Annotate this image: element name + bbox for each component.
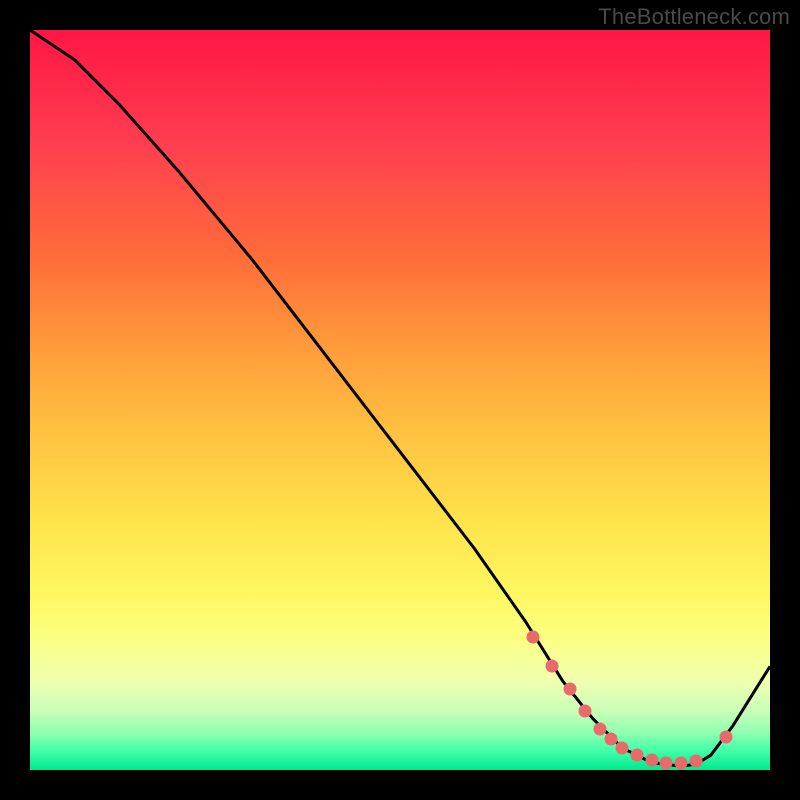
bottleneck-curve <box>30 30 770 766</box>
marker-dot <box>545 660 558 673</box>
marker-dot <box>527 630 540 643</box>
marker-dot <box>660 756 673 769</box>
marker-dot <box>719 730 732 743</box>
curve-svg <box>30 30 770 770</box>
marker-dot <box>579 704 592 717</box>
marker-dot <box>645 754 658 767</box>
marker-dot <box>690 755 703 768</box>
marker-dot <box>564 682 577 695</box>
marker-dot <box>630 749 643 762</box>
chart-area <box>30 30 770 770</box>
attribution-text: TheBottleneck.com <box>598 4 790 30</box>
marker-dot <box>675 756 688 769</box>
marker-dot <box>593 723 606 736</box>
marker-dot <box>616 741 629 754</box>
